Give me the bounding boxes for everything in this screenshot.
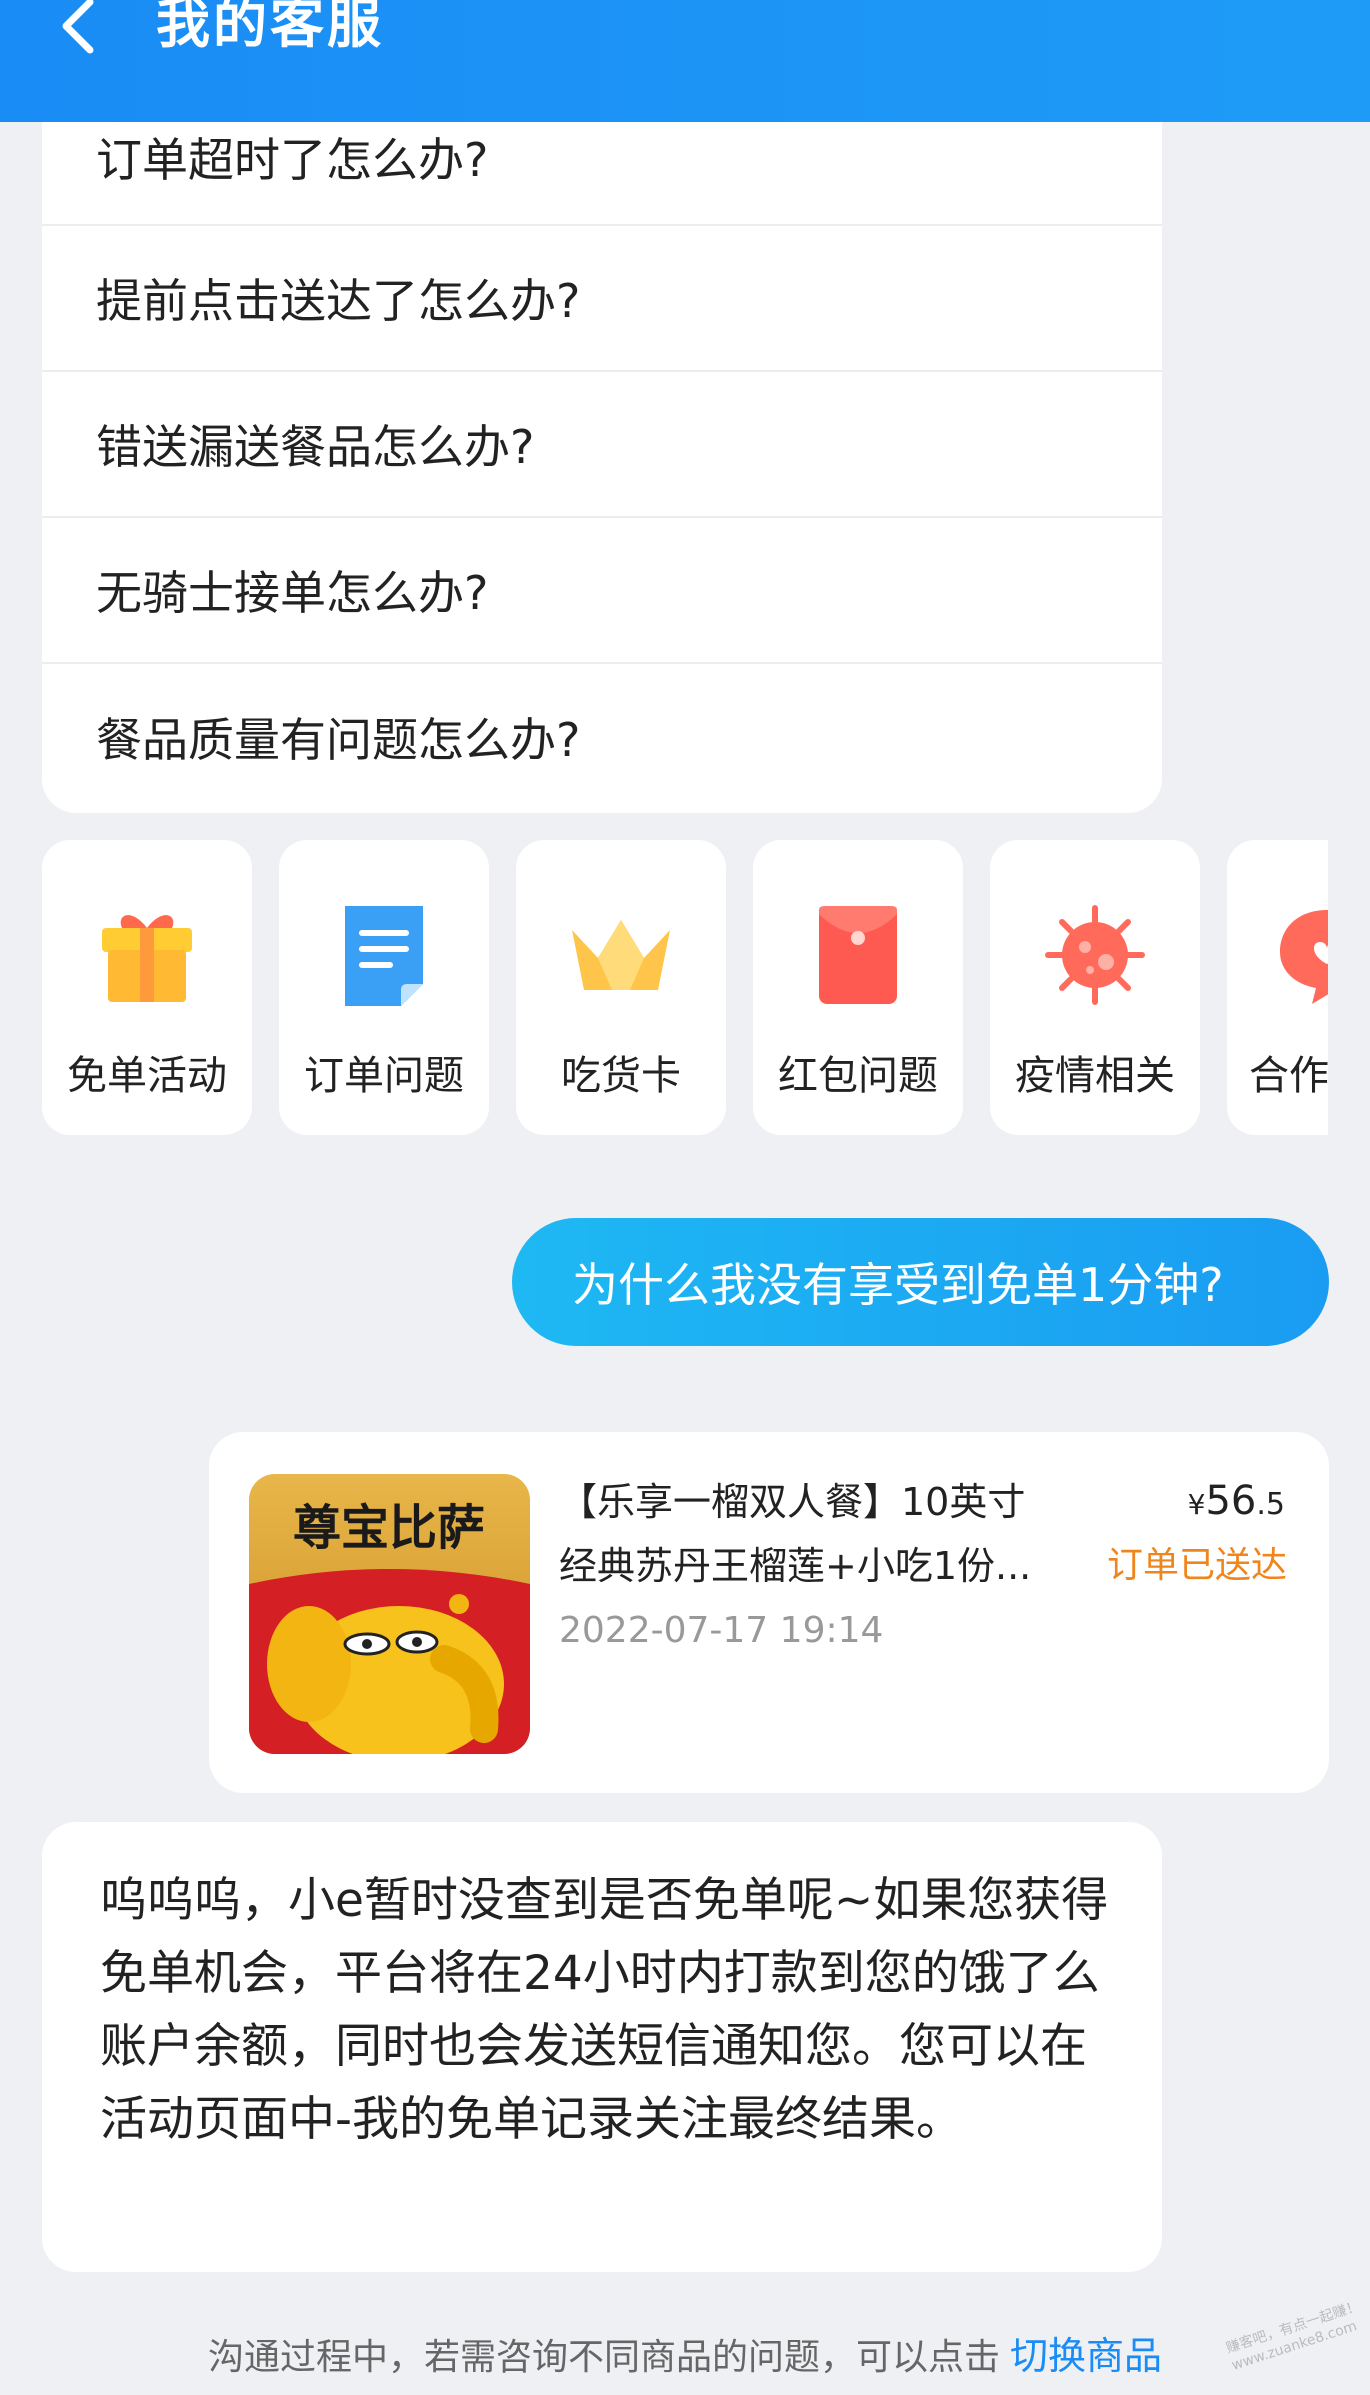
category-label: 红包问题 <box>778 1053 938 1099</box>
faq-item[interactable]: 提前点击送达了怎么办? <box>42 226 1162 372</box>
category-label: 吃货卡 <box>561 1053 681 1099</box>
category-row: 免单活动 订单问题 吃货卡 红包问题 疫情相关 合作 <box>42 840 1328 1135</box>
order-status: 订单已送达 <box>1106 1545 1287 1586</box>
order-price: ¥56.5 <box>1187 1478 1285 1524</box>
category-epidemic[interactable]: 疫情相关 <box>990 840 1200 1135</box>
page-title: 我的客服 <box>156 0 384 55</box>
order-card[interactable]: 尊宝比萨 【乐享一榴双人餐】10英寸 经典苏丹王榴莲+小吃1份... 2022-… <box>209 1432 1329 1793</box>
faq-item[interactable]: 餐品质量有问题怎么办? <box>42 664 1162 810</box>
store-logo-image: 尊宝比萨 <box>249 1474 530 1754</box>
faq-item[interactable]: 无骑士接单怎么办? <box>42 518 1162 664</box>
category-label: 疫情相关 <box>1015 1053 1175 1099</box>
store-logo: 尊宝比萨 <box>249 1474 530 1754</box>
back-arrow-icon[interactable] <box>52 0 112 60</box>
document-icon <box>345 906 423 1006</box>
crown-icon <box>572 920 670 990</box>
faq-list: 订单超时了怎么办? 提前点击送达了怎么办? 错送漏送餐品怎么办? 无骑士接单怎么… <box>42 80 1162 813</box>
bot-message-bubble: 呜呜呜，小e暂时没查到是否免单呢~如果您获得免单机会，平台将在24小时内打款到您… <box>42 1822 1162 2272</box>
order-time: 2022-07-17 19:14 <box>559 1610 884 1651</box>
order-title: 【乐享一榴双人餐】10英寸 经典苏丹王榴莲+小吃1份... <box>559 1480 1032 1588</box>
category-order[interactable]: 订单问题 <box>279 840 489 1135</box>
faq-item[interactable]: 错送漏送餐品怎么办? <box>42 372 1162 518</box>
header-bar: 我的客服 <box>0 0 1370 122</box>
footer-note-text: 沟通过程中，若需咨询不同商品的问题，可以点击 <box>207 2337 1000 2378</box>
switch-product-link[interactable]: 切换商品 <box>1010 2334 1162 2378</box>
category-cooperation[interactable]: 合作 <box>1227 840 1328 1135</box>
category-free-order[interactable]: 免单活动 <box>42 840 252 1135</box>
category-label: 合作 <box>1249 1053 1328 1099</box>
chat-bubble-icon <box>1280 910 1328 1004</box>
red-envelope-icon <box>819 906 897 1004</box>
category-foodie-card[interactable]: 吃货卡 <box>516 840 726 1135</box>
user-message-bubble: 为什么我没有享受到免单1分钟? <box>512 1218 1329 1346</box>
virus-icon <box>1045 905 1145 1005</box>
category-label: 订单问题 <box>304 1053 464 1099</box>
category-red-packet[interactable]: 红包问题 <box>753 840 963 1135</box>
gift-icon <box>102 915 192 1002</box>
category-label: 免单活动 <box>67 1053 227 1099</box>
footer-note: 沟通过程中，若需咨询不同商品的问题，可以点击 切换商品 <box>0 2325 1370 2380</box>
svg-text:尊宝比萨: 尊宝比萨 <box>293 1500 485 1556</box>
